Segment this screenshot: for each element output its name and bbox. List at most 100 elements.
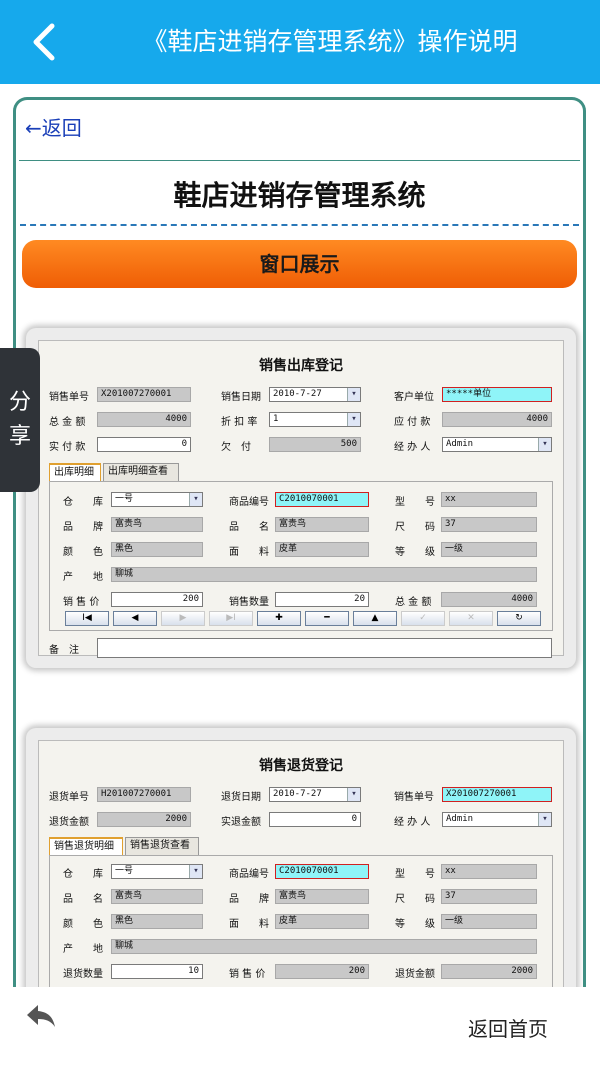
dashed-divider [20,224,579,226]
field-label: 销售单号 [394,792,434,803]
field-label: 等 级 [395,547,435,558]
field-label: 销 售 价 [229,969,266,980]
size-field: 37 [441,889,537,904]
first-record-button[interactable]: I◀ [65,611,109,626]
field-label: 退货金额 [49,817,89,828]
product-name-field: 富贵鸟 [111,889,203,904]
tab-return-detail[interactable]: 销售退货明细 [49,837,123,855]
total-amount-field: 4000 [97,412,191,427]
bottom-bar: 返回首页 [0,987,600,1067]
edit-record-button[interactable]: ▲ [353,611,397,626]
reply-back-icon[interactable] [24,1001,58,1029]
price-field[interactable]: 200 [111,592,203,607]
window-title: 销售出库登记 [259,358,343,374]
return-quantity-field[interactable]: 10 [111,964,203,979]
return-number-field: H201007270001 [97,787,191,802]
field-label: 退货单号 [49,792,89,803]
add-record-button[interactable]: ✚ [257,611,301,626]
back-chevron-icon[interactable] [24,20,64,64]
field-label: 总 金 额 [395,597,432,608]
paid-field[interactable]: 0 [97,437,191,452]
return-date-picker[interactable]: 2010-7-27 [269,787,361,802]
return-total-field: 2000 [441,964,537,979]
field-label: 仓 库 [63,869,103,880]
field-label: 仓 库 [63,497,103,508]
material-field: 皮革 [275,914,369,929]
return-amount-field: 2000 [97,812,191,827]
warehouse-select[interactable]: 一号 [111,864,203,879]
section-banner: 窗口展示 [22,240,577,288]
field-label: 总 金 额 [49,417,86,428]
field-label: 经 办 人 [394,442,431,453]
refresh-button[interactable]: ↻ [497,611,541,626]
field-label: 实退金额 [221,817,261,828]
field-label: 退货数量 [63,969,103,980]
line-total-field: 4000 [441,592,537,607]
quantity-field[interactable]: 20 [275,592,369,607]
field-label: 实 付 款 [49,442,86,453]
field-label: 品 名 [63,894,103,905]
operator-select[interactable]: Admin [442,812,552,827]
screenshot-sales-return: 销售退货登记 退货单号 H201007270001 退货日期 2010-7-27… [26,728,576,997]
operator-select[interactable]: Admin [442,437,552,452]
field-label: 销售数量 [229,597,269,608]
warehouse-select[interactable]: 一号 [111,492,203,507]
tab-out-detail-view[interactable]: 出库明细查看 [103,463,179,481]
home-link[interactable]: 返回首页 [468,1013,548,1042]
sale-number-field: X201007270001 [97,387,191,402]
product-code-field[interactable]: C2010070001 [275,864,369,879]
brand-field: 富贵鸟 [275,889,369,904]
color-field: 黑色 [111,542,203,557]
field-label: 品 名 [229,522,269,533]
next-record-button[interactable]: ▶ [161,611,205,626]
model-field: xx [441,492,537,507]
confirm-button[interactable]: ✓ [401,611,445,626]
sale-number-field[interactable]: X201007270001 [442,787,552,802]
tab-out-detail[interactable]: 出库明细 [49,463,101,481]
brand-field: 富贵鸟 [111,517,203,532]
grade-field: 一级 [441,542,537,557]
field-label: 经 办 人 [394,817,431,828]
field-label: 颜 色 [63,547,103,558]
field-label: 退货日期 [221,792,261,803]
product-name-field: 富贵鸟 [275,517,369,532]
field-label: 欠 付 [221,442,251,453]
refund-amount-field[interactable]: 0 [269,812,361,827]
main-title: 鞋店进销存管理系统 [173,179,426,212]
field-label: 产 地 [63,572,103,583]
divider [19,160,580,161]
tab-return-view[interactable]: 销售退货查看 [125,837,199,855]
screenshot-sales-out: 销售出库登记 销售单号 X201007270001 销售日期 2010-7-27… [26,328,576,668]
field-label: 面 料 [229,919,269,930]
page-title: 《鞋店进销存管理系统》操作说明 [142,27,518,56]
size-field: 37 [441,517,537,532]
sales-out-window: 销售出库登记 销售单号 X201007270001 销售日期 2010-7-27… [38,340,564,658]
remark-field[interactable] [97,638,552,658]
customer-field[interactable]: *****单位 [442,387,552,402]
field-label: 折 扣 率 [221,417,258,428]
price-field: 200 [275,964,369,979]
content-card: ←返回 鞋店进销存管理系统 窗口展示 销售出库登记 销售单号 X20100727… [13,97,586,997]
last-record-button[interactable]: ▶I [209,611,253,626]
field-label: 型 号 [395,869,435,880]
field-label: 颜 色 [63,919,103,930]
origin-field: 聊城 [111,567,537,582]
product-code-field[interactable]: C2010070001 [275,492,369,507]
field-label: 尺 码 [395,522,435,533]
delete-record-button[interactable]: ━ [305,611,349,626]
prev-record-button[interactable]: ◀ [113,611,157,626]
top-bar: 《鞋店进销存管理系统》操作说明 [0,0,600,84]
model-field: xx [441,864,537,879]
sale-date-picker[interactable]: 2010-7-27 [269,387,361,402]
field-label: 销 售 价 [63,597,100,608]
grade-field: 一级 [441,914,537,929]
sales-return-window: 销售退货登记 退货单号 H201007270001 退货日期 2010-7-27… [38,740,564,997]
share-button[interactable]: 分享 [0,348,40,492]
field-label: 面 料 [229,547,269,558]
cancel-button[interactable]: ✕ [449,611,493,626]
payable-field: 4000 [442,412,552,427]
field-label: 商品编号 [229,869,269,880]
back-link[interactable]: ←返回 [25,112,82,141]
discount-select[interactable]: 1 [269,412,361,427]
color-field: 黑色 [111,914,203,929]
